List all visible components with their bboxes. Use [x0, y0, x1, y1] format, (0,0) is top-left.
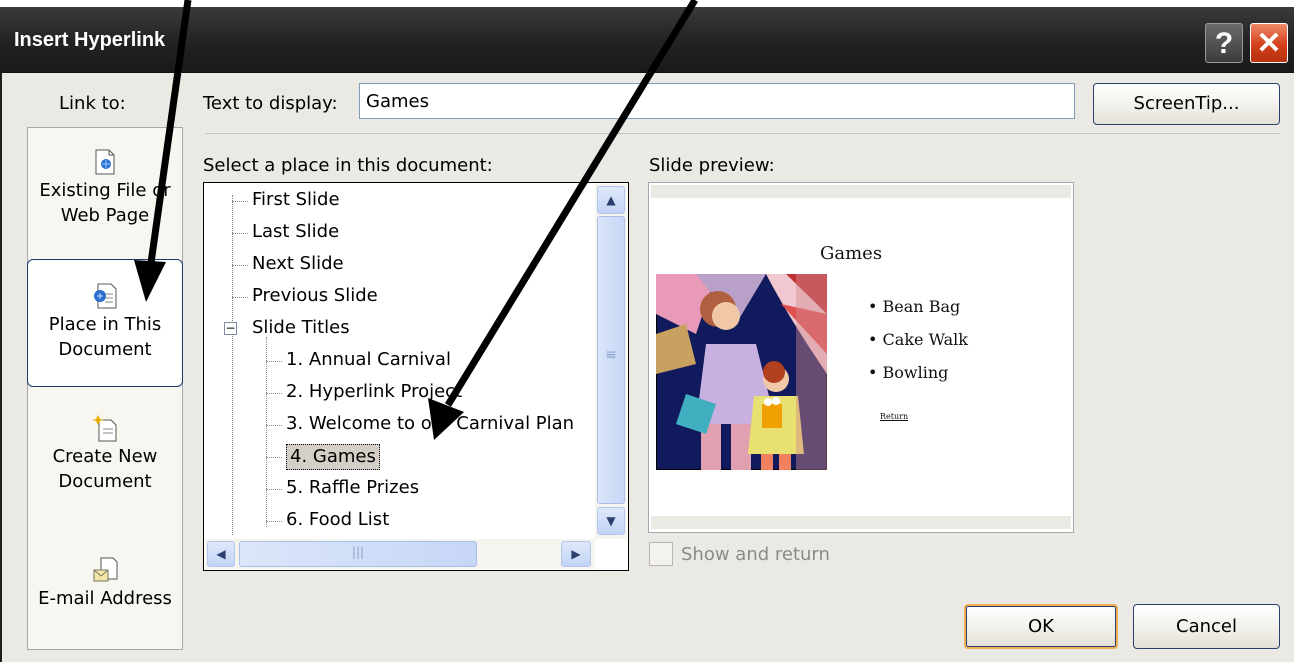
dialog-title: Insert Hyperlink	[14, 29, 166, 51]
slide-preview-top-band	[651, 185, 1071, 198]
tree-connector	[266, 521, 282, 522]
grip-icon: |||	[351, 545, 365, 559]
scroll-right-button[interactable]: ▶	[561, 541, 591, 567]
text-to-display-input[interactable]: Games	[359, 83, 1075, 119]
email-address-icon	[93, 557, 118, 582]
tree-item[interactable]: Previous Slide	[252, 284, 378, 308]
arrow-left-icon: ◀	[216, 547, 226, 561]
link-to-label: Link to:	[59, 93, 126, 114]
tree-item[interactable]: First Slide	[252, 188, 340, 212]
text-to-display-label: Text to display:	[203, 93, 338, 114]
bullet-text: Bean Bag	[882, 297, 961, 316]
tree-connector	[232, 195, 233, 535]
grip-icon: ≡	[605, 347, 617, 363]
bullet-icon: •	[868, 330, 878, 349]
select-place-label: Select a place in this document:	[203, 155, 493, 176]
tree-connector	[266, 337, 267, 527]
link-to-item-line2: Web Page	[60, 205, 150, 226]
tree-item[interactable]: Next Slide	[252, 252, 344, 276]
tree-connector	[266, 489, 282, 490]
tree-connector	[232, 233, 248, 234]
horizontal-scroll-thumb[interactable]: |||	[239, 541, 477, 567]
link-to-email-address[interactable]: E-mail Address	[27, 556, 183, 611]
tree-connector	[266, 457, 282, 458]
divider	[205, 133, 1280, 134]
bullet-text: Bowling	[882, 363, 949, 382]
ok-button-label: OK	[1028, 616, 1054, 637]
title-bar[interactable]: Insert Hyperlink ? ✕	[0, 7, 1294, 73]
cancel-button-label: Cancel	[1176, 616, 1237, 637]
text-to-display-value: Games	[366, 91, 429, 112]
arrow-up-icon: ▲	[606, 193, 616, 207]
tree-item[interactable]: 3. Welcome to our Carnival Plan	[286, 412, 574, 436]
tree-item[interactable]: 2. Hyperlink Project	[286, 380, 462, 404]
tree-connector	[232, 201, 248, 202]
close-button[interactable]: ✕	[1250, 23, 1288, 63]
slide-preview-label: Slide preview:	[649, 155, 775, 176]
scroll-left-button[interactable]: ◀	[207, 541, 235, 567]
link-to-place-in-document[interactable]: Place in This Document	[27, 282, 183, 362]
tree-item-selected[interactable]: 4. Games	[286, 444, 380, 470]
bullet-text: Cake Walk	[882, 330, 968, 349]
bullet-item: • Bean Bag	[868, 297, 960, 316]
tree-connector	[266, 393, 282, 394]
link-to-existing-file[interactable]: Existing File or Web Page	[27, 148, 183, 228]
link-to-create-new-document[interactable]: Create New Document	[27, 414, 183, 494]
collapse-toggle[interactable]: −	[224, 322, 237, 335]
horizontal-scrollbar[interactable]: ◀ ||| ▶	[205, 539, 595, 569]
link-to-item-line1: E-mail Address	[38, 588, 172, 609]
new-document-icon	[92, 415, 117, 442]
bullet-icon: •	[868, 363, 878, 382]
scroll-up-button[interactable]: ▲	[597, 186, 625, 214]
link-to-item-line1: Create New	[52, 446, 158, 467]
tree-connector	[266, 361, 282, 362]
tree-item[interactable]: 6. Food List	[286, 508, 389, 532]
link-to-item-line1: Place in This	[48, 314, 162, 335]
minus-icon: −	[225, 321, 236, 335]
tree-item[interactable]: 1. Annual Carnival	[286, 348, 451, 372]
scroll-down-button[interactable]: ▼	[597, 507, 625, 535]
existing-file-icon	[95, 149, 115, 175]
vertical-scroll-thumb[interactable]: ≡	[597, 216, 625, 504]
bullet-item: • Bowling	[868, 363, 948, 382]
link-to-item-line2: Document	[58, 339, 152, 360]
bullet-item: • Cake Walk	[868, 330, 968, 349]
insert-hyperlink-dialog: Insert Hyperlink ? ✕ Link to: Existing F…	[0, 0, 1294, 662]
link-to-item-line2: Document	[58, 471, 152, 492]
cancel-button[interactable]: Cancel	[1133, 604, 1280, 649]
tree-connector	[232, 297, 248, 298]
help-icon: ?	[1214, 27, 1234, 60]
help-button[interactable]: ?	[1205, 23, 1243, 63]
carnival-clipart	[656, 274, 827, 470]
tree-item[interactable]: 5. Raffle Prizes	[286, 476, 419, 500]
close-icon: ✕	[1256, 27, 1282, 60]
show-and-return-checkbox[interactable]	[649, 542, 673, 566]
place-in-document-icon	[94, 283, 117, 309]
slide-title: Games	[820, 243, 883, 264]
vertical-scrollbar[interactable]: ▲ ≡ ▼	[595, 184, 627, 539]
arrow-down-icon: ▼	[606, 514, 616, 528]
ok-button[interactable]: OK	[964, 604, 1118, 649]
slide-return-link: Return	[880, 412, 909, 421]
place-tree[interactable]: First Slide Last Slide Next Slide Previo…	[203, 182, 629, 571]
screentip-button-label: ScreenTip...	[1133, 93, 1240, 114]
show-and-return-label: Show and return	[681, 544, 830, 565]
tree-connector	[266, 425, 282, 426]
link-to-item-line1: Existing File or	[39, 180, 171, 201]
tree-connector	[232, 265, 248, 266]
dialog-body	[0, 73, 1294, 662]
arrow-right-icon: ▶	[571, 547, 581, 561]
bullet-icon: •	[868, 297, 878, 316]
tree-item-slide-titles[interactable]: Slide Titles	[252, 316, 350, 340]
screentip-button[interactable]: ScreenTip...	[1093, 83, 1280, 125]
tree-item[interactable]: Last Slide	[252, 220, 339, 244]
slide-preview-bottom-band	[651, 516, 1071, 529]
